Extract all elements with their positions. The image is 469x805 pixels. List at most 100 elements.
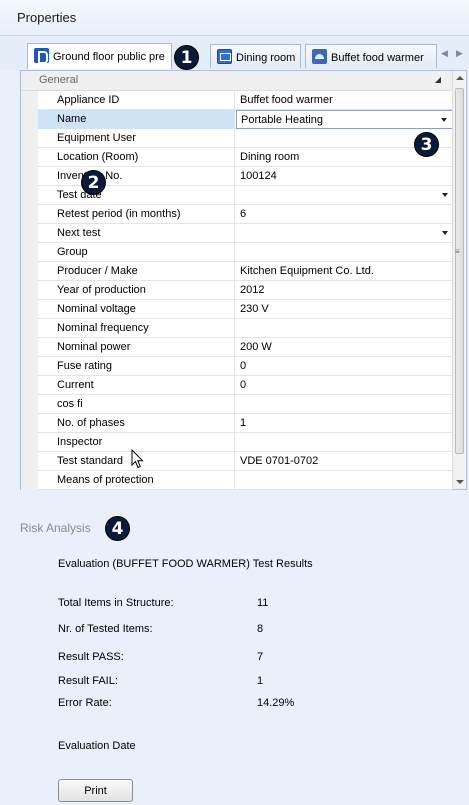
property-name: Nominal power — [38, 338, 235, 357]
risk-analysis-section: Risk Analysis 4 Evaluation (BUFFET FOOD … — [0, 490, 469, 805]
stat-label: Total Items in Structure: — [58, 597, 174, 609]
tab-label: Dining room — [236, 52, 296, 64]
property-row-selected[interactable]: Name Portable Heating — [21, 110, 453, 129]
property-value[interactable]: 0 — [236, 376, 453, 395]
property-name: Means of protection — [38, 471, 235, 490]
property-row[interactable]: Year of production 2012 — [21, 281, 453, 300]
stat-value: 8 — [257, 623, 264, 635]
risk-analysis-title: Risk Analysis — [20, 521, 91, 535]
property-name: No. of phases — [38, 414, 235, 433]
callout-badge-1: 1 — [174, 45, 199, 70]
property-name: Fuse rating — [38, 357, 235, 376]
property-name: Inventary No. — [38, 167, 235, 186]
property-row[interactable]: Producer / Make Kitchen Equipment Co. Ltd… — [21, 262, 453, 281]
property-value[interactable] — [236, 243, 453, 262]
property-value[interactable] — [236, 433, 453, 452]
property-name: Test date — [38, 186, 235, 205]
property-row[interactable]: Test standard VDE 0701-0702 — [21, 452, 453, 471]
stat-value: 14.29% — [257, 697, 295, 709]
callout-badge-3: 3 — [414, 132, 439, 157]
evaluation-date-label: Evaluation Date — [58, 740, 136, 752]
property-rows: Appliance ID Buffet food warmer Name Porta… — [21, 91, 453, 490]
property-value[interactable]: 100124 — [236, 167, 453, 186]
mouse-cursor-icon — [131, 449, 144, 469]
scroll-grip-icon: ≡ — [455, 247, 460, 256]
property-value[interactable]: 230 V — [236, 300, 453, 319]
property-row[interactable]: cos fi — [21, 395, 453, 414]
property-name: Appliance ID — [38, 91, 235, 110]
property-value[interactable]: 200 W — [236, 338, 453, 357]
tab-ground-floor[interactable]: Ground floor public pre — [27, 43, 172, 69]
tab-buffet-food-warmer[interactable]: Buffet food warmer — [305, 44, 437, 68]
property-row[interactable]: Next test — [21, 224, 453, 243]
property-row[interactable]: Fuse rating 0 — [21, 357, 453, 376]
tab-dining-room[interactable]: Dining room — [210, 44, 301, 68]
property-name: cos fi — [38, 395, 235, 414]
evaluation-title: Evaluation (BUFFET FOOD WARMER) Test Res… — [58, 558, 313, 570]
next-test-dropdown[interactable] — [236, 224, 453, 243]
property-name: Year of production — [38, 281, 235, 300]
test-date-dropdown[interactable] — [236, 186, 453, 205]
dropdown-arrow-icon[interactable] — [441, 118, 447, 122]
section-header-general[interactable]: General ◢ — [21, 71, 453, 91]
tab-scroll-right-icon[interactable]: ▶ — [456, 48, 463, 59]
properties-panel-title: Properties — [0, 0, 469, 36]
room-icon — [217, 49, 232, 64]
property-value[interactable]: Buffet food warmer — [236, 91, 453, 110]
scroll-up-icon[interactable] — [456, 76, 464, 80]
collapse-icon[interactable]: ◢ — [435, 75, 441, 84]
name-dropdown[interactable]: Portable Heating — [236, 110, 453, 129]
property-name: Nominal frequency — [38, 319, 235, 338]
property-row[interactable]: Group — [21, 243, 453, 262]
scrollbar-thumb[interactable] — [455, 88, 464, 454]
property-name: Current — [38, 376, 235, 395]
print-button[interactable]: Print — [58, 779, 133, 802]
stat-value: 11 — [257, 597, 269, 609]
floor-plan-icon — [34, 48, 49, 64]
property-name: Equipment User — [38, 129, 235, 148]
scroll-down-icon[interactable] — [456, 480, 464, 484]
property-value[interactable] — [236, 319, 453, 338]
property-value[interactable] — [236, 395, 453, 414]
property-value[interactable]: 0 — [236, 357, 453, 376]
callout-badge-4: 4 — [105, 516, 130, 541]
property-value[interactable]: Kitchen Equipment Co. Ltd. — [236, 262, 453, 281]
property-row[interactable]: Means of protection — [21, 471, 453, 490]
stat-label: Error Rate: — [58, 697, 112, 709]
dropdown-arrow-icon[interactable] — [442, 231, 448, 235]
property-row[interactable]: Current 0 — [21, 376, 453, 395]
property-row[interactable]: Nominal frequency — [21, 319, 453, 338]
property-row[interactable]: Nominal power 200 W — [21, 338, 453, 357]
property-value[interactable] — [236, 471, 453, 490]
property-value[interactable]: VDE 0701-0702 — [236, 452, 453, 471]
callout-badge-2: 2 — [81, 170, 106, 195]
dropdown-value: Portable Heating — [241, 114, 323, 126]
property-name: Next test — [38, 224, 235, 243]
property-name: Location (Room) — [38, 148, 235, 167]
property-row[interactable]: No. of phases 1 — [21, 414, 453, 433]
stat-value: 1 — [257, 675, 264, 687]
property-name: Group — [38, 243, 235, 262]
stat-label: Nr. of Tested Items: — [58, 623, 153, 635]
property-value[interactable]: 2012 — [236, 281, 453, 300]
property-row[interactable]: Inspector — [21, 433, 453, 452]
property-row[interactable]: Appliance ID Buffet food warmer — [21, 91, 453, 110]
property-value[interactable]: 6 — [236, 205, 453, 224]
tab-scroll-left-icon[interactable]: ◀ — [441, 48, 448, 59]
property-row[interactable]: Location (Room) Dining room — [21, 148, 453, 167]
property-name: Nominal voltage — [38, 300, 235, 319]
property-row[interactable]: Nominal voltage 230 V — [21, 300, 453, 319]
tab-bar: Ground floor public pre Dining room Buff… — [0, 36, 469, 70]
property-row[interactable]: Retest period (in months) 6 — [21, 205, 453, 224]
vertical-scrollbar[interactable]: ≡ — [452, 71, 466, 489]
property-value[interactable]: 1 — [236, 414, 453, 433]
property-name: Retest period (in months) — [38, 205, 235, 224]
property-name: Name — [38, 110, 235, 129]
tab-label: Buffet food warmer — [331, 52, 424, 64]
stat-label: Result FAIL: — [58, 675, 118, 687]
dropdown-arrow-icon[interactable] — [442, 193, 448, 197]
food-warmer-icon — [312, 49, 327, 64]
stat-label: Result PASS: — [58, 651, 124, 663]
property-row[interactable]: Equipment User — [21, 129, 453, 148]
property-name: Producer / Make — [38, 262, 235, 281]
